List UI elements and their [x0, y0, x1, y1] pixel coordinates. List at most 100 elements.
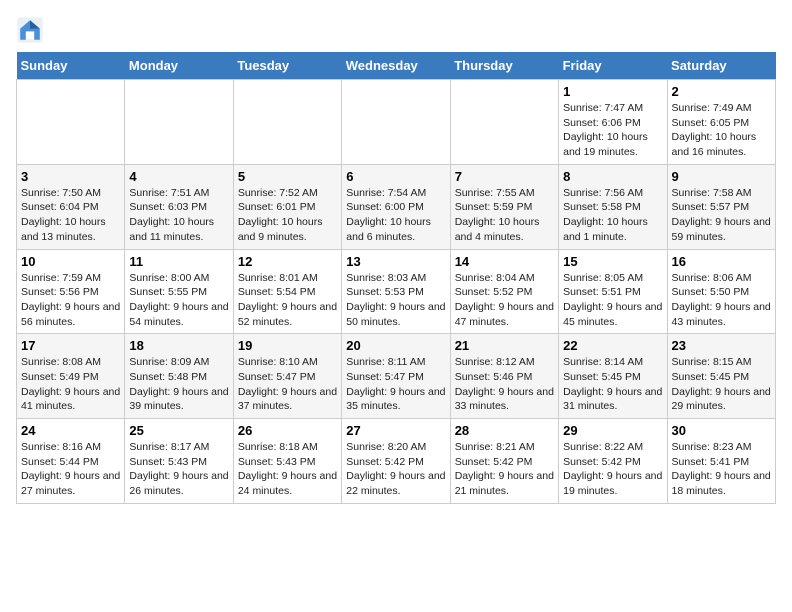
- day-info: Sunrise: 7:47 AM Sunset: 6:06 PM Dayligh…: [563, 101, 662, 160]
- calendar-cell: 28 Sunrise: 8:21 AM Sunset: 5:42 PM Dayli…: [450, 419, 558, 504]
- day-number: 21: [455, 338, 554, 353]
- day-number: 11: [129, 254, 228, 269]
- calendar-header-monday: Monday: [125, 52, 233, 80]
- calendar-header-friday: Friday: [559, 52, 667, 80]
- day-number: 27: [346, 423, 445, 438]
- calendar-header-saturday: Saturday: [667, 52, 775, 80]
- day-number: 29: [563, 423, 662, 438]
- day-number: 12: [238, 254, 337, 269]
- calendar-week-row: 24 Sunrise: 8:16 AM Sunset: 5:44 PM Dayli…: [17, 419, 776, 504]
- calendar-cell: [233, 80, 341, 165]
- day-number: 20: [346, 338, 445, 353]
- logo: [16, 16, 48, 44]
- day-number: 9: [672, 169, 771, 184]
- day-info: Sunrise: 8:12 AM Sunset: 5:46 PM Dayligh…: [455, 355, 554, 414]
- calendar-cell: 18 Sunrise: 8:09 AM Sunset: 5:48 PM Dayli…: [125, 334, 233, 419]
- calendar-cell: 5 Sunrise: 7:52 AM Sunset: 6:01 PM Daylig…: [233, 164, 341, 249]
- calendar-cell: 26 Sunrise: 8:18 AM Sunset: 5:43 PM Dayli…: [233, 419, 341, 504]
- calendar-cell: 23 Sunrise: 8:15 AM Sunset: 5:45 PM Dayli…: [667, 334, 775, 419]
- day-info: Sunrise: 7:49 AM Sunset: 6:05 PM Dayligh…: [672, 101, 771, 160]
- day-info: Sunrise: 7:52 AM Sunset: 6:01 PM Dayligh…: [238, 186, 337, 245]
- calendar-cell: 12Sunrise: 8:01 AM Sunset: 5:54 PM Dayli…: [233, 249, 341, 334]
- day-info: Sunrise: 8:05 AM Sunset: 5:51 PM Dayligh…: [563, 271, 662, 330]
- day-number: 6: [346, 169, 445, 184]
- day-number: 2: [672, 84, 771, 99]
- day-info: Sunrise: 8:20 AM Sunset: 5:42 PM Dayligh…: [346, 440, 445, 499]
- calendar-header-thursday: Thursday: [450, 52, 558, 80]
- day-number: 14: [455, 254, 554, 269]
- calendar-week-row: 1 Sunrise: 7:47 AM Sunset: 6:06 PM Daylig…: [17, 80, 776, 165]
- day-number: 7: [455, 169, 554, 184]
- day-info: Sunrise: 7:50 AM Sunset: 6:04 PM Dayligh…: [21, 186, 120, 245]
- calendar-cell: 14 Sunrise: 8:04 AM Sunset: 5:52 PM Dayli…: [450, 249, 558, 334]
- day-info: Sunrise: 7:51 AM Sunset: 6:03 PM Dayligh…: [129, 186, 228, 245]
- calendar-cell: 24 Sunrise: 8:16 AM Sunset: 5:44 PM Dayli…: [17, 419, 125, 504]
- day-info: Sunrise: 8:17 AM Sunset: 5:43 PM Dayligh…: [129, 440, 228, 499]
- day-number: 13: [346, 254, 445, 269]
- day-number: 10: [21, 254, 120, 269]
- calendar-cell: 3Sunrise: 7:50 AM Sunset: 6:04 PM Daylig…: [17, 164, 125, 249]
- calendar-cell: 9 Sunrise: 7:58 AM Sunset: 5:57 PM Daylig…: [667, 164, 775, 249]
- day-info: Sunrise: 7:55 AM Sunset: 5:59 PM Dayligh…: [455, 186, 554, 245]
- calendar-cell: 30 Sunrise: 8:23 AM Sunset: 5:41 PM Dayli…: [667, 419, 775, 504]
- day-info: Sunrise: 8:08 AM Sunset: 5:49 PM Dayligh…: [21, 355, 120, 414]
- day-number: 16: [672, 254, 771, 269]
- calendar-header-row: SundayMondayTuesdayWednesdayThursdayFrid…: [17, 52, 776, 80]
- calendar-cell: 10Sunrise: 7:59 AM Sunset: 5:56 PM Dayli…: [17, 249, 125, 334]
- calendar-cell: 25 Sunrise: 8:17 AM Sunset: 5:43 PM Dayli…: [125, 419, 233, 504]
- calendar-cell: 15 Sunrise: 8:05 AM Sunset: 5:51 PM Dayli…: [559, 249, 667, 334]
- day-info: Sunrise: 8:03 AM Sunset: 5:53 PM Dayligh…: [346, 271, 445, 330]
- calendar-cell: 22 Sunrise: 8:14 AM Sunset: 5:45 PM Dayli…: [559, 334, 667, 419]
- calendar-cell: 16Sunrise: 8:06 AM Sunset: 5:50 PM Dayli…: [667, 249, 775, 334]
- day-number: 4: [129, 169, 228, 184]
- day-number: 30: [672, 423, 771, 438]
- calendar-cell: 4 Sunrise: 7:51 AM Sunset: 6:03 PM Daylig…: [125, 164, 233, 249]
- day-info: Sunrise: 8:15 AM Sunset: 5:45 PM Dayligh…: [672, 355, 771, 414]
- calendar-week-row: 3Sunrise: 7:50 AM Sunset: 6:04 PM Daylig…: [17, 164, 776, 249]
- day-info: Sunrise: 8:16 AM Sunset: 5:44 PM Dayligh…: [21, 440, 120, 499]
- calendar-week-row: 17Sunrise: 8:08 AM Sunset: 5:49 PM Dayli…: [17, 334, 776, 419]
- calendar-cell: 29 Sunrise: 8:22 AM Sunset: 5:42 PM Dayli…: [559, 419, 667, 504]
- calendar-cell: [125, 80, 233, 165]
- day-number: 24: [21, 423, 120, 438]
- calendar-header-tuesday: Tuesday: [233, 52, 341, 80]
- day-number: 18: [129, 338, 228, 353]
- page-header: [16, 16, 776, 44]
- calendar-cell: 11 Sunrise: 8:00 AM Sunset: 5:55 PM Dayli…: [125, 249, 233, 334]
- day-number: 5: [238, 169, 337, 184]
- calendar-cell: 21 Sunrise: 8:12 AM Sunset: 5:46 PM Dayli…: [450, 334, 558, 419]
- day-info: Sunrise: 7:54 AM Sunset: 6:00 PM Dayligh…: [346, 186, 445, 245]
- day-info: Sunrise: 8:14 AM Sunset: 5:45 PM Dayligh…: [563, 355, 662, 414]
- calendar-cell: 20Sunrise: 8:11 AM Sunset: 5:47 PM Dayli…: [342, 334, 450, 419]
- calendar-cell: 1 Sunrise: 7:47 AM Sunset: 6:06 PM Daylig…: [559, 80, 667, 165]
- day-number: 23: [672, 338, 771, 353]
- day-info: Sunrise: 7:58 AM Sunset: 5:57 PM Dayligh…: [672, 186, 771, 245]
- day-info: Sunrise: 8:18 AM Sunset: 5:43 PM Dayligh…: [238, 440, 337, 499]
- day-info: Sunrise: 8:00 AM Sunset: 5:55 PM Dayligh…: [129, 271, 228, 330]
- calendar-cell: 17Sunrise: 8:08 AM Sunset: 5:49 PM Dayli…: [17, 334, 125, 419]
- calendar-header-wednesday: Wednesday: [342, 52, 450, 80]
- calendar-week-row: 10Sunrise: 7:59 AM Sunset: 5:56 PM Dayli…: [17, 249, 776, 334]
- day-number: 15: [563, 254, 662, 269]
- day-number: 1: [563, 84, 662, 99]
- calendar-cell: 7 Sunrise: 7:55 AM Sunset: 5:59 PM Daylig…: [450, 164, 558, 249]
- day-info: Sunrise: 8:09 AM Sunset: 5:48 PM Dayligh…: [129, 355, 228, 414]
- calendar-header-sunday: Sunday: [17, 52, 125, 80]
- day-info: Sunrise: 8:10 AM Sunset: 5:47 PM Dayligh…: [238, 355, 337, 414]
- day-info: Sunrise: 8:21 AM Sunset: 5:42 PM Dayligh…: [455, 440, 554, 499]
- calendar-cell: 8Sunrise: 7:56 AM Sunset: 5:58 PM Daylig…: [559, 164, 667, 249]
- calendar-cell: 27 Sunrise: 8:20 AM Sunset: 5:42 PM Dayli…: [342, 419, 450, 504]
- day-number: 25: [129, 423, 228, 438]
- day-info: Sunrise: 8:22 AM Sunset: 5:42 PM Dayligh…: [563, 440, 662, 499]
- day-number: 8: [563, 169, 662, 184]
- day-number: 22: [563, 338, 662, 353]
- day-info: Sunrise: 8:23 AM Sunset: 5:41 PM Dayligh…: [672, 440, 771, 499]
- calendar-cell: [17, 80, 125, 165]
- day-info: Sunrise: 8:04 AM Sunset: 5:52 PM Dayligh…: [455, 271, 554, 330]
- day-number: 26: [238, 423, 337, 438]
- day-number: 19: [238, 338, 337, 353]
- calendar-cell: 19 Sunrise: 8:10 AM Sunset: 5:47 PM Dayli…: [233, 334, 341, 419]
- calendar-cell: 13 Sunrise: 8:03 AM Sunset: 5:53 PM Dayli…: [342, 249, 450, 334]
- day-number: 28: [455, 423, 554, 438]
- calendar-cell: 2 Sunrise: 7:49 AM Sunset: 6:05 PM Daylig…: [667, 80, 775, 165]
